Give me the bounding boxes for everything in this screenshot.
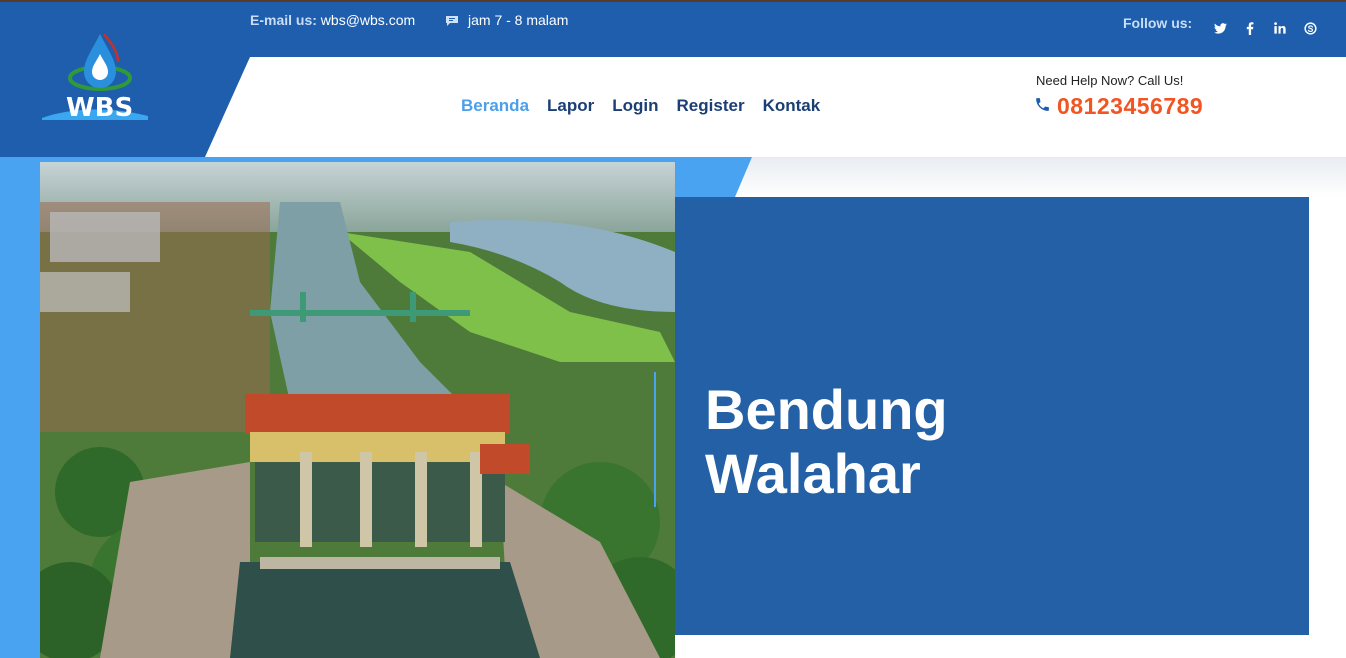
nav-kontak[interactable]: Kontak <box>763 96 821 116</box>
hero-divider <box>654 372 656 507</box>
hours-info: jam 7 - 8 malam <box>445 12 568 28</box>
social-links <box>1210 18 1320 38</box>
logo-text: WBS <box>66 93 133 122</box>
nav-login[interactable]: Login <box>612 96 658 116</box>
hero-title-line2: Walahar <box>705 442 921 505</box>
hours-text: jam 7 - 8 malam <box>468 12 569 28</box>
twitter-icon[interactable] <box>1210 18 1230 38</box>
phone-contact[interactable]: 08123456789 <box>1034 93 1203 120</box>
facebook-icon[interactable] <box>1240 18 1260 38</box>
email-info: E-mail us: wbs@wbs.com <box>250 12 415 28</box>
brand-logo[interactable]: WBS <box>40 30 150 123</box>
phone-number[interactable]: 08123456789 <box>1057 93 1203 120</box>
nav-register[interactable]: Register <box>677 96 745 116</box>
email-label: E-mail us: <box>250 12 317 28</box>
main-nav: Beranda Lapor Login Register Kontak <box>461 96 820 116</box>
top-bar: E-mail us: wbs@wbs.com jam 7 - 8 malam F… <box>0 0 1346 57</box>
skype-icon[interactable] <box>1300 18 1320 38</box>
panel-corner <box>1149 635 1309 658</box>
hero-title: Bendung Walahar <box>705 378 1105 506</box>
linkedin-icon[interactable] <box>1270 18 1290 38</box>
follow-label: Follow us: <box>1123 15 1193 31</box>
hero-title-line1: Bendung <box>705 378 948 441</box>
nav-beranda[interactable]: Beranda <box>461 96 529 116</box>
email-value[interactable]: wbs@wbs.com <box>321 12 415 28</box>
phone-icon <box>1034 96 1051 118</box>
hero-image <box>40 162 675 658</box>
hero-accent-strip <box>0 157 40 658</box>
nav-lapor[interactable]: Lapor <box>547 96 594 116</box>
hero-shadow <box>700 157 1346 197</box>
page: E-mail us: wbs@wbs.com jam 7 - 8 malam F… <box>0 0 1346 658</box>
help-prompt: Need Help Now? Call Us! <box>1036 73 1184 88</box>
chat-icon <box>445 14 459 26</box>
